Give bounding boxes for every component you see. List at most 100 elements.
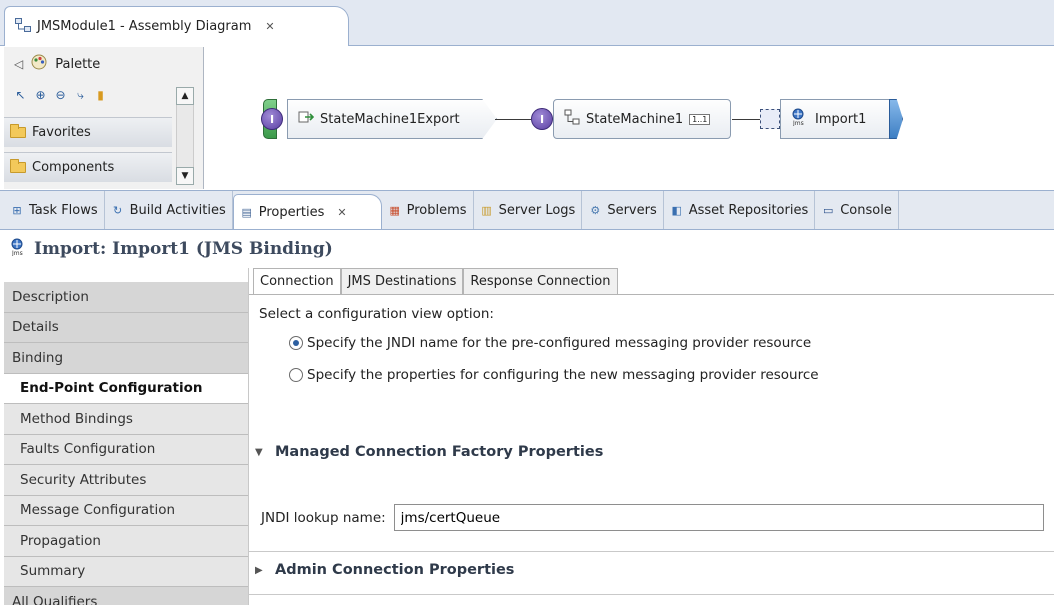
tab-label: Task Flows — [29, 202, 98, 218]
close-icon[interactable]: ✕ — [265, 20, 274, 33]
left-tab-method-bindings[interactable]: Method Bindings — [4, 404, 248, 435]
left-tab-binding[interactable]: Binding — [4, 343, 248, 374]
left-tab-faults-configuration[interactable]: Faults Configuration — [4, 434, 248, 465]
interface-icon[interactable]: I — [261, 108, 283, 130]
tab-problems[interactable]: ▦ Problems — [382, 191, 474, 229]
divider — [249, 594, 1054, 595]
section-title: Managed Connection Factory Properties — [275, 444, 604, 460]
radio-new-option[interactable]: Specify the properties for configuring t… — [289, 367, 819, 383]
tab-label: Server Logs — [498, 202, 576, 218]
left-tab-details[interactable]: Details — [4, 312, 248, 343]
tab-build-activities[interactable]: ↻ Build Activities — [105, 191, 233, 229]
tab-task-flows[interactable]: ⊞ Task Flows — [4, 191, 105, 229]
drawer-label: Favorites — [32, 125, 91, 140]
tab-server-logs[interactable]: ▥ Server Logs — [474, 191, 583, 229]
servers-icon: ⚙ — [590, 203, 601, 217]
svg-text:Jms: Jms — [792, 120, 804, 126]
radio-label: Specify the properties for configuring t… — [307, 367, 819, 383]
folder-icon — [10, 159, 26, 173]
select-tool-icon[interactable]: ↖ — [12, 87, 29, 104]
import-node[interactable]: Jms Import1 — [780, 99, 890, 139]
properties-title: Import: Import1 (JMS Binding) — [34, 239, 333, 259]
server-logs-icon: ▥ — [481, 203, 492, 217]
state-machine-icon — [564, 109, 580, 129]
svg-text:Jms: Jms — [11, 250, 23, 256]
export-node[interactable]: StateMachine1Export — [287, 99, 497, 139]
export-icon — [298, 109, 315, 129]
properties-icon: ▤ — [241, 205, 252, 219]
properties-left-tabs: Description Details Binding End-Point Co… — [4, 282, 248, 605]
radio-button[interactable] — [289, 368, 303, 382]
assembly-diagram-icon — [15, 17, 31, 36]
folder-icon — [10, 124, 26, 138]
scroll-up-icon[interactable]: ▲ — [176, 87, 194, 105]
collapse-left-icon[interactable]: ◁ — [14, 57, 23, 71]
left-tab-summary[interactable]: Summary — [4, 556, 248, 587]
radio-jndi-option[interactable]: Specify the JNDI name for the pre-config… — [289, 335, 811, 351]
editor-tab-assembly-diagram[interactable]: JMSModule1 - Assembly Diagram ✕ — [4, 6, 349, 46]
properties-content: Connection JMS Destinations Response Con… — [248, 268, 1054, 605]
tab-label: Servers — [607, 202, 657, 218]
tab-label: Properties — [258, 204, 325, 220]
reference-icon[interactable] — [760, 109, 780, 129]
assembly-diagram-canvas[interactable]: I StateMachine1Export I StateMachine1 1.… — [205, 47, 1054, 189]
close-icon[interactable]: ✕ — [337, 206, 346, 219]
zoom-out-icon[interactable]: ⊖ — [52, 87, 69, 104]
tab-properties[interactable]: ▤ Properties ✕ — [232, 194, 382, 229]
jndi-lookup-input[interactable] — [393, 504, 1044, 531]
tab-asset-repositories[interactable]: ◧ Asset Repositories — [664, 191, 816, 229]
palette-scrollbar[interactable]: ▲ ▼ — [176, 87, 194, 187]
subtab-connection[interactable]: Connection — [253, 268, 341, 294]
jms-import-icon: Jms — [10, 238, 28, 260]
radio-button[interactable] — [289, 336, 303, 350]
asset-repositories-icon: ◧ — [671, 203, 682, 217]
tab-label: Asset Repositories — [688, 202, 809, 218]
scroll-track[interactable] — [176, 105, 194, 167]
divider — [249, 294, 1054, 295]
divider — [249, 551, 1054, 552]
expand-down-icon[interactable]: ▼ — [255, 447, 265, 458]
build-activities-icon: ↻ — [113, 203, 123, 217]
note-tool-icon[interactable]: ▮ — [92, 87, 109, 104]
wire-tool-icon[interactable]: ⤷ — [72, 87, 89, 104]
binding-subtabs: Connection JMS Destinations Response Con… — [253, 268, 618, 294]
left-tab-end-point-configuration[interactable]: End-Point Configuration — [4, 373, 248, 404]
jms-import-icon: Jms — [791, 108, 809, 130]
tab-servers[interactable]: ⚙ Servers — [582, 191, 664, 229]
task-flows-icon: ⊞ — [12, 203, 22, 217]
interface-icon[interactable]: I — [531, 108, 553, 130]
left-tab-description[interactable]: Description — [4, 282, 248, 313]
properties-header: Jms Import: Import1 (JMS Binding) — [0, 230, 1054, 268]
tab-label: Console — [840, 202, 892, 218]
reference-multiplicity-badge: 1..1 — [689, 113, 711, 125]
section-admin-connection[interactable]: ▶ Admin Connection Properties — [255, 562, 514, 578]
jndi-lookup-label: JNDI lookup name: — [261, 509, 386, 526]
config-view-label: Select a configuration view option: — [259, 306, 494, 322]
component-node-label: StateMachine1 — [586, 111, 684, 127]
left-tab-propagation[interactable]: Propagation — [4, 526, 248, 557]
import-node-label: Import1 — [815, 111, 867, 127]
tab-console[interactable]: ▭ Console — [815, 191, 899, 229]
palette-icon — [31, 54, 47, 74]
component-node[interactable]: StateMachine1 1..1 — [553, 99, 731, 139]
palette-header[interactable]: ◁ Palette — [4, 47, 203, 81]
subtab-jms-destinations[interactable]: JMS Destinations — [340, 268, 464, 294]
wire-connector — [495, 119, 531, 120]
left-tab-message-configuration[interactable]: Message Configuration — [4, 495, 248, 526]
tab-label: Build Activities — [129, 202, 226, 218]
editor-tab-label: JMSModule1 - Assembly Diagram — [37, 19, 252, 34]
palette-drawer-components[interactable]: Components — [4, 152, 172, 182]
palette-toolbar: ↖ ⊕ ⊖ ⤷ ▮ — [4, 81, 203, 109]
section-managed-connection-factory[interactable]: ▼ Managed Connection Factory Properties — [255, 444, 603, 460]
radio-label: Specify the JNDI name for the pre-config… — [307, 335, 812, 351]
expand-right-icon[interactable]: ▶ — [255, 565, 265, 576]
palette-drawer-favorites[interactable]: Favorites — [4, 117, 172, 147]
left-tab-all-qualifiers[interactable]: All Qualifiers — [4, 587, 248, 605]
section-title: Admin Connection Properties — [275, 562, 515, 578]
jndi-lookup-row: JNDI lookup name: — [261, 504, 1044, 531]
scroll-down-icon[interactable]: ▼ — [176, 167, 194, 185]
subtab-response-connection[interactable]: Response Connection — [463, 268, 618, 294]
left-tab-security-attributes[interactable]: Security Attributes — [4, 465, 248, 496]
zoom-in-icon[interactable]: ⊕ — [32, 87, 49, 104]
wire-connector — [732, 119, 760, 120]
